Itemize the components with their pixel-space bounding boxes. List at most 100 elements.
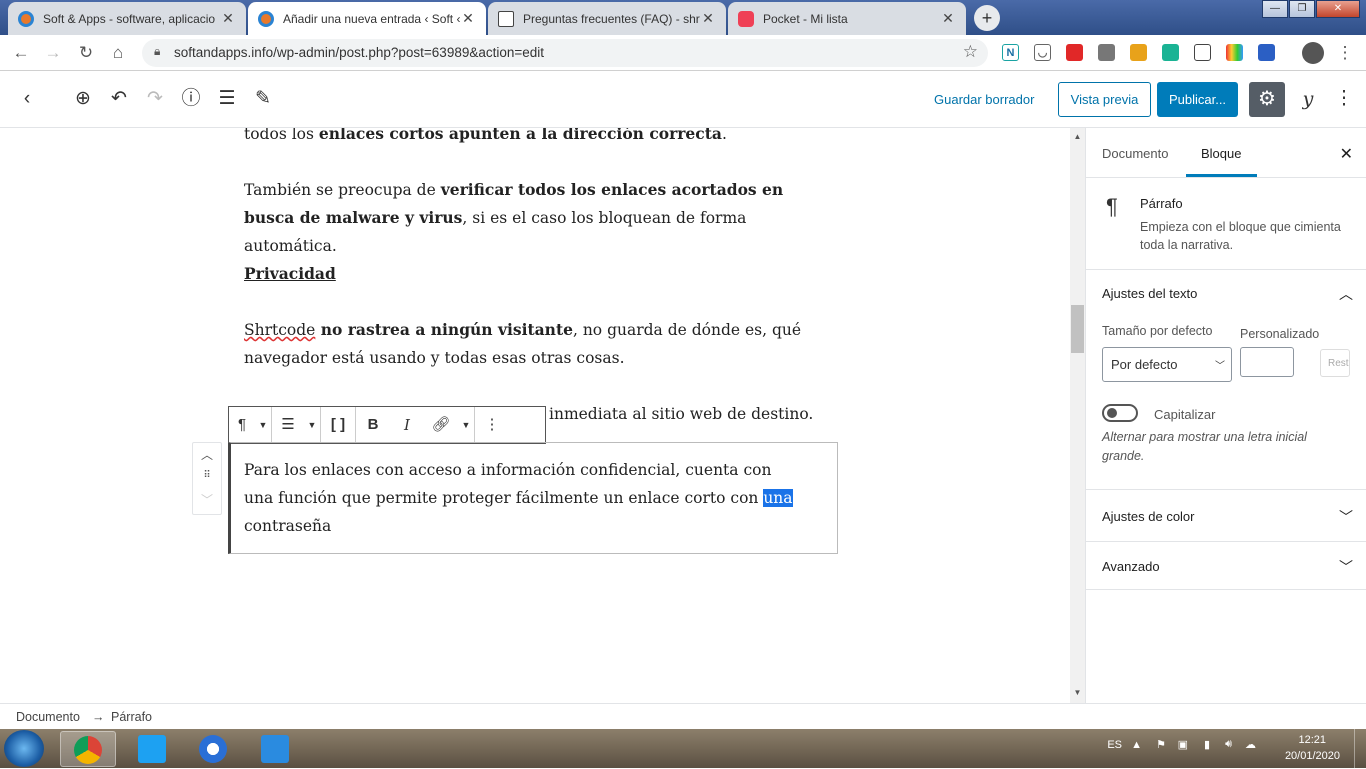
info-icon[interactable]: ⓘ: [179, 87, 203, 111]
block-more-options-icon[interactable]: ⋮: [475, 407, 509, 443]
extension-chart-icon[interactable]: [1098, 44, 1115, 61]
show-hidden-icons-icon[interactable]: ▲: [1131, 739, 1142, 751]
address-bar[interactable]: 🔒︎ softandapps.info/wp-admin/post.php?po…: [142, 39, 988, 67]
extension-green-icon[interactable]: [1162, 44, 1179, 61]
paragraph-block[interactable]: También se preocupa de verificar todos l…: [244, 176, 824, 260]
cloud-upload-icon[interactable]: ☁: [1245, 738, 1256, 751]
align-left-icon[interactable]: ☰: [272, 407, 304, 443]
more-options-icon[interactable]: ⋮: [1332, 87, 1356, 111]
edit-pencil-icon[interactable]: ✎: [251, 87, 275, 111]
volume-icon[interactable]: 🔊︎: [1225, 738, 1232, 751]
chevron-up-icon[interactable]: ︿: [1339, 284, 1353, 304]
move-up-chevron-icon[interactable]: ︿: [193, 446, 221, 463]
flag-icon[interactable]: ⚑: [1156, 738, 1166, 751]
paragraph-block-partial[interactable]: inmediata al sitio web de destino.: [549, 400, 829, 428]
advanced-heading[interactable]: Avanzado: [1102, 559, 1160, 574]
minimize-button[interactable]: —: [1262, 0, 1288, 18]
taskbar-chrome[interactable]: [60, 731, 116, 767]
reload-icon[interactable]: ↻: [75, 42, 97, 64]
block-switcher[interactable]: ¶ ▼: [229, 407, 272, 443]
dropdown-arrow-icon[interactable]: ▼: [304, 420, 320, 430]
tab-document[interactable]: Documento: [1102, 146, 1168, 161]
device-icon[interactable]: ▣: [1178, 738, 1188, 751]
clock-time[interactable]: 12:21: [1298, 734, 1326, 746]
publish-button[interactable]: Publicar...: [1157, 82, 1238, 117]
close-tab-icon[interactable]: ✕: [460, 10, 476, 27]
back-chevron-icon[interactable]: ‹: [15, 87, 39, 111]
browser-tab-3[interactable]: Preguntas frecuentes (FAQ) - shrt ✕: [488, 2, 726, 35]
bold-icon[interactable]: B: [356, 407, 390, 443]
show-desktop-button[interactable]: [1354, 729, 1366, 768]
paragraph-icon[interactable]: ¶: [229, 407, 255, 443]
extension-color-icon[interactable]: [1226, 44, 1243, 61]
taskbar-thunderbird[interactable]: [185, 731, 241, 767]
back-arrow-icon[interactable]: ←: [10, 42, 32, 64]
settings-gear-icon[interactable]: ⚙: [1249, 82, 1285, 117]
chevron-down-icon[interactable]: ﹀: [1339, 557, 1353, 577]
breadcrumb-document[interactable]: Documento: [16, 710, 80, 724]
close-tab-icon[interactable]: ✕: [940, 10, 956, 27]
align-group[interactable]: ☰ ▼: [272, 407, 321, 443]
scroll-down-arrow-icon[interactable]: ▼: [1070, 688, 1085, 697]
forward-arrow-icon[interactable]: →: [42, 42, 64, 64]
undo-icon[interactable]: ↶: [107, 87, 131, 111]
scrollbar-thumb[interactable]: [1071, 305, 1084, 353]
text-settings-heading[interactable]: Ajustes del texto: [1102, 286, 1197, 301]
close-sidebar-icon[interactable]: ✕: [1340, 144, 1353, 164]
selected-paragraph-text[interactable]: Para los enlaces con acceso a informació…: [244, 456, 804, 540]
editor-scrollbar[interactable]: ▲ ▼: [1070, 128, 1085, 703]
extension-flower-icon[interactable]: [1130, 44, 1147, 61]
close-window-button[interactable]: ✕: [1316, 0, 1360, 18]
drag-handle-icon[interactable]: ⠿: [193, 470, 221, 481]
reset-button[interactable]: Rest: [1320, 349, 1350, 377]
profile-avatar[interactable]: [1302, 42, 1324, 64]
paragraph-block[interactable]: todos los enlaces cortos apunten a la di…: [244, 128, 824, 148]
advanced-panel[interactable]: Avanzado ﹀: [1086, 542, 1366, 590]
drop-cap-toggle[interactable]: [1102, 404, 1138, 422]
new-tab-button[interactable]: +: [974, 5, 1000, 31]
browser-tab-2[interactable]: Añadir una nueva entrada ‹ Soft ‹ ✕: [248, 2, 486, 35]
selected-text[interactable]: una: [763, 489, 793, 507]
close-tab-icon[interactable]: ✕: [700, 10, 716, 27]
breadcrumb-paragraph[interactable]: Párrafo: [111, 710, 152, 724]
flipboard-icon[interactable]: [1066, 44, 1083, 61]
home-icon[interactable]: ⌂: [107, 42, 129, 64]
tab-block[interactable]: Bloque: [1201, 146, 1241, 161]
move-down-chevron-icon[interactable]: ﹀: [193, 491, 221, 508]
outline-list-icon[interactable]: ☰: [215, 87, 239, 111]
link-icon[interactable]: 🔗︎: [424, 407, 458, 443]
maximize-button[interactable]: ❐: [1289, 0, 1315, 18]
add-block-icon[interactable]: ⊕: [71, 87, 95, 111]
chevron-down-icon[interactable]: ﹀: [1339, 507, 1353, 527]
taskbar-snipping-tool[interactable]: [247, 731, 303, 767]
language-indicator[interactable]: ES: [1107, 739, 1122, 751]
chrome-menu-icon[interactable]: ⋮: [1334, 42, 1356, 64]
dropdown-arrow-icon[interactable]: ▼: [255, 420, 271, 430]
inline-code-icon[interactable]: [ ]: [321, 407, 355, 443]
browser-tab-1[interactable]: Soft & Apps - software, aplicacio ✕: [8, 2, 246, 35]
taskbar-twitter[interactable]: [124, 731, 180, 767]
more-formats-arrow-icon[interactable]: ▼: [458, 420, 474, 430]
extension-blue-icon[interactable]: [1258, 44, 1275, 61]
custom-size-input[interactable]: [1240, 347, 1294, 377]
extension-n-icon[interactable]: N: [1002, 44, 1019, 61]
italic-icon[interactable]: I: [390, 407, 424, 443]
close-tab-icon[interactable]: ✕: [220, 10, 236, 27]
start-button[interactable]: [4, 730, 44, 767]
pocket-extension-icon[interactable]: ◡: [1034, 44, 1051, 61]
bookmark-extension-icon[interactable]: [1194, 44, 1211, 61]
color-settings-panel[interactable]: Ajustes de color ﹀: [1086, 490, 1366, 542]
network-icon[interactable]: ▮: [1204, 738, 1210, 751]
preview-button[interactable]: Vista previa: [1058, 82, 1151, 117]
save-draft-button[interactable]: Guardar borrador: [934, 92, 1034, 107]
scroll-up-arrow-icon[interactable]: ▲: [1070, 132, 1085, 141]
font-size-select[interactable]: Por defecto ﹀: [1102, 347, 1232, 382]
redo-icon[interactable]: ↷: [143, 87, 167, 111]
heading-privacidad[interactable]: Privacidad: [244, 260, 824, 288]
yoast-seo-icon[interactable]: y: [1296, 87, 1320, 111]
paragraph-block[interactable]: Shrtcode no rastrea a ningún visitante, …: [244, 316, 824, 372]
browser-tab-4[interactable]: Pocket - Mi lista ✕: [728, 2, 966, 35]
clock-date[interactable]: 20/01/2020: [1285, 750, 1340, 762]
color-settings-heading[interactable]: Ajustes de color: [1102, 509, 1195, 524]
bookmark-star-icon[interactable]: ☆: [963, 42, 978, 62]
